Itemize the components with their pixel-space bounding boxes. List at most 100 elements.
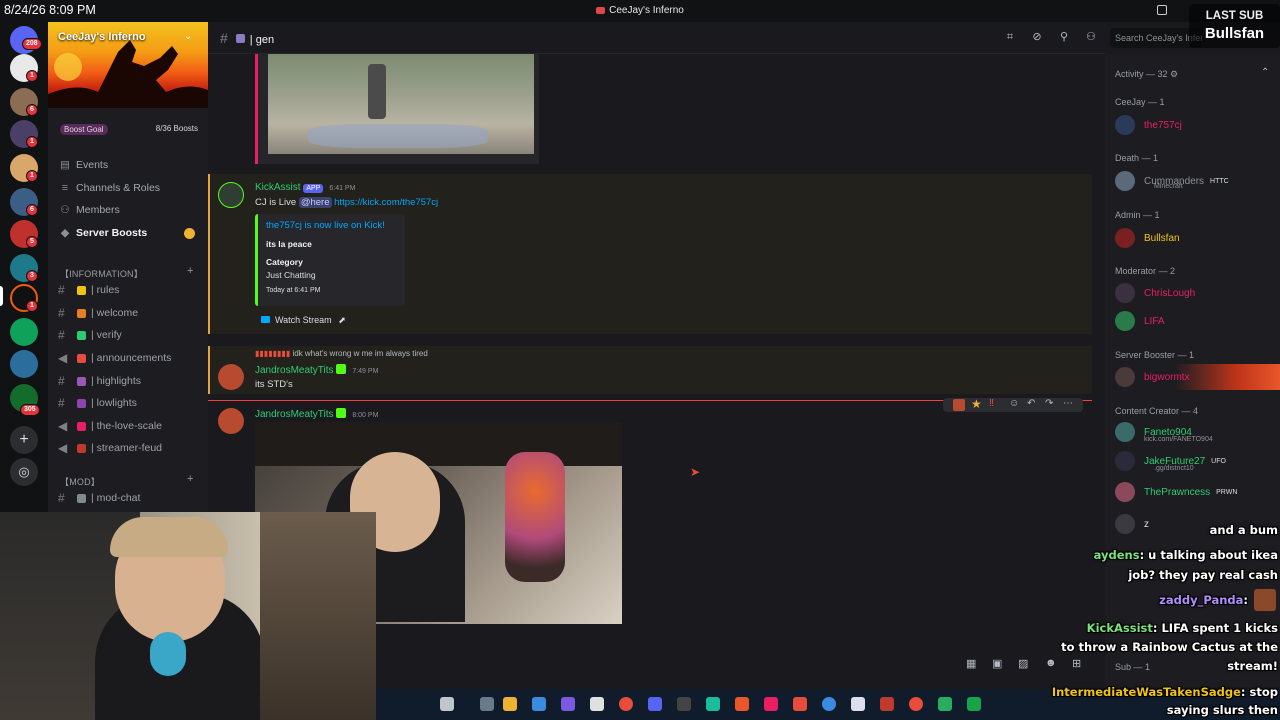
xbox-icon[interactable] — [938, 697, 952, 711]
server-icon[interactable] — [10, 318, 38, 346]
server-icon[interactable] — [10, 350, 38, 378]
mute-bell-icon[interactable]: ⊘ — [1031, 31, 1043, 43]
badge: 1 — [26, 170, 38, 182]
channel-mod-chat[interactable]: # | mod-chat — [58, 489, 204, 507]
badge: 1 — [26, 300, 38, 312]
kick-icon — [261, 316, 270, 323]
avatar[interactable] — [218, 408, 244, 434]
os-title-bar: 8/24/26 8:09 PM CeeJay's Inferno — [0, 0, 1280, 22]
member-bullsfan[interactable]: Bullsfan — [1115, 228, 1180, 248]
brave-icon[interactable] — [735, 697, 749, 711]
webcam-overlay — [0, 512, 376, 720]
kick-badge-icon — [336, 408, 347, 418]
member-theprawncess[interactable]: ThePrawncess PRWN — [1115, 482, 1237, 502]
threads-icon[interactable]: ⌗ — [1004, 31, 1016, 43]
window-title: CeeJay's Inferno — [0, 5, 1280, 16]
add-reaction-icon[interactable]: ☺ — [1009, 398, 1019, 409]
channel-rules[interactable]: # | rules — [58, 281, 204, 299]
channel-streamer-feud[interactable]: ◀ | streamer-feud — [58, 439, 204, 457]
timestamp: 7:49 PM — [352, 368, 379, 375]
member-z[interactable]: z — [1115, 514, 1149, 534]
server-name[interactable]: CeeJay's Inferno — [58, 31, 146, 43]
embed-category-label: Category — [266, 257, 303, 267]
embed-title[interactable]: the757cj is now live on Kick! — [266, 220, 385, 231]
folder-icon[interactable] — [503, 697, 517, 711]
message-author[interactable]: JandrosMeatyTits 7:49 PM — [255, 364, 378, 376]
category-mod[interactable]: 【MOD】 — [60, 475, 100, 488]
add-channel-icon[interactable]: + — [187, 473, 193, 485]
channel-announcements[interactable]: ◀ | announcements — [58, 349, 204, 367]
boost-goal[interactable]: Boost Goal 8/36 Boosts — [58, 122, 202, 136]
member-list-icon[interactable]: ⚇ — [1085, 31, 1097, 43]
taskbar-app-icon[interactable] — [706, 697, 720, 711]
avatar[interactable] — [218, 364, 244, 390]
timestamp: 6:41 PM — [329, 185, 356, 192]
stream-chat-line: IntermediateWasTakenSadge: stop — [1051, 685, 1278, 699]
apps-icon[interactable]: ⊞ — [1072, 657, 1081, 670]
reply-preview[interactable]: ▮▮▮▮▮▮▮▮ idk what's wrong w me im always… — [255, 349, 428, 358]
member-bigwormtx[interactable]: bigwormtx — [1115, 367, 1190, 387]
taskbar-app-icon[interactable] — [440, 697, 454, 711]
channel-welcome[interactable]: # | welcome — [58, 304, 204, 322]
member-the757cj[interactable]: the757cj — [1115, 115, 1182, 135]
add-channel-icon[interactable]: + — [187, 265, 193, 277]
message-text: CJ is Live @here https://kick.com/the757… — [255, 197, 439, 208]
chevron-down-icon[interactable]: ⌄ — [184, 31, 192, 42]
taskbar-app-icon[interactable] — [480, 697, 494, 711]
taskbar-app-icon[interactable] — [909, 697, 923, 711]
window-minimize-icon[interactable] — [1157, 5, 1167, 15]
category-information[interactable]: 【INFORMATION】 — [60, 267, 143, 280]
chrome-icon[interactable] — [619, 697, 633, 711]
discord-icon[interactable] — [648, 697, 662, 711]
nav-events[interactable]: ▤ Events — [60, 159, 108, 171]
server-banner[interactable]: CeeJay's Inferno ⌄ — [48, 22, 208, 108]
forward-icon[interactable]: ↷ — [1045, 398, 1053, 409]
message-author[interactable]: KickAssist APP 6:41 PM — [255, 182, 355, 193]
member-chrislough[interactable]: ChrisLough — [1115, 283, 1195, 303]
taskbar-app-icon[interactable] — [880, 697, 894, 711]
music-icon[interactable] — [764, 697, 778, 711]
channels-icon: ≡ — [61, 182, 69, 194]
explore-icon[interactable]: ◎ — [10, 458, 38, 486]
star-icon[interactable]: ★ — [971, 397, 982, 411]
reply-icon[interactable]: ↶ — [1027, 398, 1035, 409]
alert-icon[interactable]: ‼ — [989, 398, 994, 409]
add-server-icon[interactable]: + — [10, 426, 38, 454]
emoji-icon[interactable]: ☻ — [1045, 657, 1057, 669]
member-lifa[interactable]: LIFA — [1115, 311, 1165, 331]
gift-icon[interactable]: ▦ — [966, 657, 976, 670]
member-activity: kick.com/FANETO904 — [1144, 436, 1213, 443]
reaction-icon[interactable] — [953, 399, 965, 411]
channel-highlights[interactable]: # | highlights — [58, 372, 204, 390]
avatar[interactable] — [218, 182, 244, 208]
message-link[interactable]: https://kick.com/the757cj — [334, 197, 438, 208]
nav-server-boosts[interactable]: ◆ Server Boosts — [60, 227, 147, 239]
sticker-icon[interactable]: ▨ — [1018, 657, 1028, 670]
channel-the-love-scale[interactable]: ◀ | the-love-scale — [58, 417, 204, 435]
message-text: its STD's — [255, 379, 293, 390]
activity-header[interactable]: Activity — 32 ⚙ — [1115, 69, 1178, 80]
nav-channels-roles[interactable]: ≡ Channels & Roles — [60, 182, 160, 194]
taskbar-app-icon[interactable] — [677, 697, 691, 711]
taskbar-app-icon[interactable] — [561, 697, 575, 711]
external-link-icon: ⬈ — [338, 315, 346, 325]
taskbar-app-icon[interactable] — [793, 697, 807, 711]
collapse-icon[interactable]: ⌃ — [1261, 67, 1269, 78]
help-icon[interactable] — [822, 697, 836, 711]
nav-members[interactable]: ⚇ Members — [60, 204, 119, 216]
taskbar-app-icon[interactable] — [590, 697, 604, 711]
channel-verify[interactable]: # | verify — [58, 326, 204, 344]
watch-stream-button[interactable]: Watch Stream ⬈ — [261, 315, 357, 329]
embed-image[interactable] — [255, 54, 539, 164]
channel-lowlights[interactable]: # | lowlights — [58, 394, 204, 412]
excel-icon[interactable] — [967, 697, 981, 711]
boost-goal-label: Boost Goal — [60, 124, 108, 135]
more-icon[interactable]: ⋯ — [1063, 398, 1073, 409]
stream-chat-line: zaddy_Panda: — [1159, 593, 1248, 607]
pin-icon[interactable]: ⚲ — [1058, 31, 1070, 43]
gif-icon[interactable]: ▣ — [992, 657, 1002, 670]
role-death: Death — 1 — [1115, 153, 1159, 163]
taskbar-app-icon[interactable] — [851, 697, 865, 711]
message-author[interactable]: JandrosMeatyTits 8:00 PM — [255, 408, 378, 420]
taskbar-app-icon[interactable] — [532, 697, 546, 711]
